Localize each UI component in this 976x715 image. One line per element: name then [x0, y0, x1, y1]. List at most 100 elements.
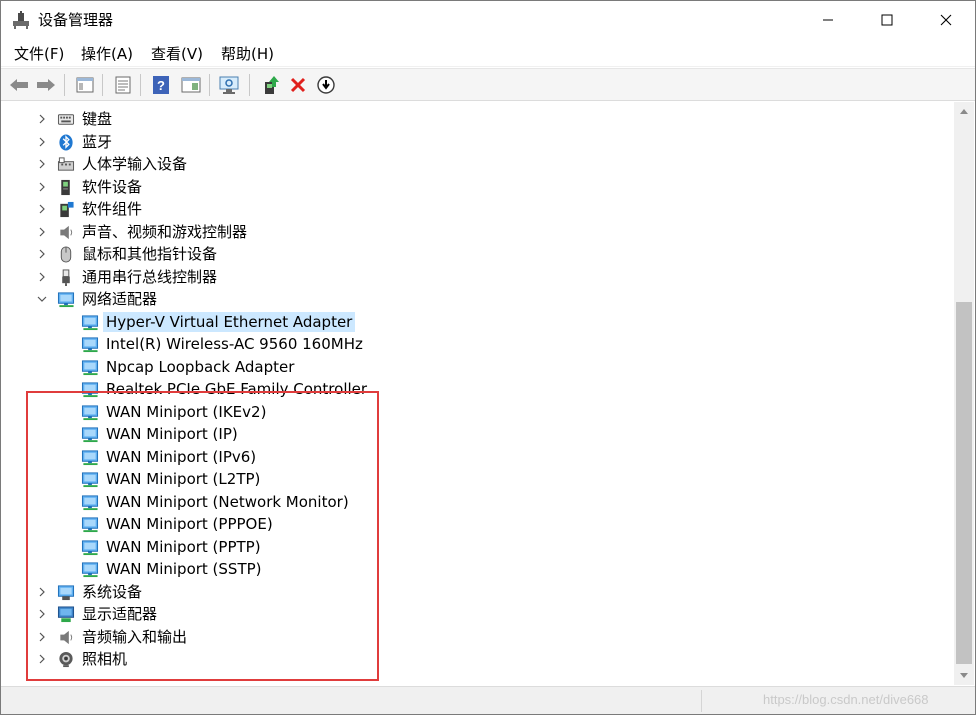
software-component-icon [60, 201, 74, 218]
uninstall-device-button[interactable] [286, 73, 310, 97]
category-row[interactable]: 软件组件 [3, 198, 953, 220]
category-row[interactable]: 显示适配器 [3, 603, 953, 625]
properties-button[interactable] [111, 73, 135, 97]
expander[interactable] [36, 631, 48, 643]
category-label: 音频输入和输出 [82, 628, 188, 646]
scroll-down-button[interactable] [954, 667, 974, 685]
scan-hardware-button[interactable] [218, 73, 242, 97]
category-row[interactable]: 音频输入和输出 [3, 626, 953, 648]
adapter-label: WAN Miniport (PPPOE) [106, 515, 273, 533]
adapter-row[interactable]: Npcap Loopback Adapter [3, 356, 953, 378]
expander[interactable] [36, 158, 48, 170]
category-label: 网络适配器 [82, 290, 158, 308]
adapter-row[interactable]: WAN Miniport (L2TP) [3, 468, 953, 490]
status-divider [701, 690, 702, 712]
adapter-row[interactable]: WAN Miniport (Network Monitor) [3, 491, 953, 513]
minimize-icon [823, 19, 833, 21]
category-row[interactable]: 照相机 [3, 648, 953, 670]
adapter-row[interactable]: Hyper-V Virtual Ethernet Adapter [3, 311, 953, 333]
action-pane-button[interactable] [179, 73, 203, 97]
expander[interactable] [36, 136, 48, 148]
system-device-icon [57, 585, 75, 601]
adapter-row[interactable]: WAN Miniport (PPTP) [3, 536, 953, 558]
category-row[interactable]: 鼠标和其他指针设备 [3, 243, 953, 265]
expander[interactable] [36, 248, 48, 260]
disable-device-button[interactable] [314, 73, 338, 97]
scroll-up-button[interactable] [954, 102, 974, 120]
category-label: 蓝牙 [82, 133, 113, 151]
chevron-up-icon [960, 109, 968, 114]
title-bar[interactable]: 设备管理器 [1, 1, 975, 39]
expander[interactable] [36, 293, 48, 305]
expander[interactable] [36, 181, 48, 193]
expander[interactable] [36, 203, 48, 215]
category-label: 软件设备 [82, 178, 143, 196]
audio-io-icon [60, 630, 73, 645]
adapter-row[interactable]: WAN Miniport (IPv6) [3, 446, 953, 468]
category-row-expanded[interactable]: 网络适配器 [3, 288, 953, 310]
adapter-row[interactable]: Realtek PCIe GbE Family Controller [3, 378, 953, 400]
vertical-scrollbar[interactable] [954, 102, 974, 685]
category-row[interactable]: 系统设备 [3, 581, 953, 603]
help-button[interactable]: ? [149, 73, 173, 97]
menu-action[interactable]: 操作(A) [81, 44, 133, 64]
adapter-label: WAN Miniport (L2TP) [106, 470, 261, 488]
chevron-right-icon [39, 587, 45, 597]
adapter-row[interactable]: WAN Miniport (SSTP) [3, 558, 953, 580]
toolbar: ? [1, 68, 975, 101]
scan-hardware-icon [219, 76, 239, 94]
expander[interactable] [36, 226, 48, 238]
network-adapter-icon [81, 472, 99, 488]
expander[interactable] [36, 608, 48, 620]
chevron-right-icon [39, 609, 45, 619]
adapter-label: WAN Miniport (Network Monitor) [106, 493, 349, 511]
chevron-right-icon [39, 137, 45, 147]
category-label: 人体学输入设备 [82, 155, 188, 173]
watermark-text: https://blog.csdn.net/dive668 [763, 692, 929, 707]
menu-file[interactable]: 文件(F) [14, 44, 64, 64]
menu-view[interactable]: 查看(V) [151, 44, 203, 64]
category-row[interactable]: 蓝牙 [3, 131, 953, 153]
adapter-label: WAN Miniport (IKEv2) [106, 403, 267, 421]
scroll-thumb[interactable] [956, 302, 972, 664]
adapter-row[interactable]: WAN Miniport (IP) [3, 423, 953, 445]
chevron-right-icon [39, 182, 45, 192]
category-label: 键盘 [82, 110, 113, 128]
update-driver-button[interactable] [259, 73, 283, 97]
network-adapter-icon [81, 382, 99, 398]
display-adapter-icon [57, 606, 75, 623]
network-adapter-icon [81, 337, 99, 353]
adapter-label: Intel(R) Wireless-AC 9560 160MHz [106, 335, 363, 353]
expander[interactable] [36, 653, 48, 665]
adapter-row[interactable]: Intel(R) Wireless-AC 9560 160MHz [3, 333, 953, 355]
expander[interactable] [36, 113, 48, 125]
category-row[interactable]: 键盘 [3, 108, 953, 130]
show-hide-tree-button[interactable] [73, 73, 97, 97]
chevron-right-icon [39, 632, 45, 642]
category-label: 鼠标和其他指针设备 [82, 245, 218, 263]
adapter-row[interactable]: WAN Miniport (PPPOE) [3, 513, 953, 535]
category-row[interactable]: 软件设备 [3, 176, 953, 198]
network-adapter-icon [57, 292, 75, 308]
expander[interactable] [36, 586, 48, 598]
update-driver-icon [265, 76, 279, 94]
usb-icon [62, 269, 70, 286]
adapter-row[interactable]: WAN Miniport (IKEv2) [3, 401, 953, 423]
back-button[interactable] [7, 73, 31, 97]
category-row[interactable]: 声音、视频和游戏控制器 [3, 221, 953, 243]
network-adapter-icon [81, 427, 99, 443]
menu-help[interactable]: 帮助(H) [221, 44, 274, 64]
camera-icon [59, 651, 73, 668]
category-row[interactable]: 通用串行总线控制器 [3, 266, 953, 288]
maximize-button[interactable] [858, 1, 916, 39]
close-button[interactable] [917, 1, 975, 39]
category-label: 系统设备 [82, 583, 143, 601]
forward-button[interactable] [34, 73, 58, 97]
category-row[interactable]: 人体学输入设备 [3, 153, 953, 175]
back-arrow-icon [10, 79, 28, 91]
network-adapter-icon [81, 540, 99, 556]
network-adapter-icon [81, 562, 99, 578]
expander[interactable] [36, 271, 48, 283]
chevron-right-icon [39, 114, 45, 124]
minimize-button[interactable] [799, 1, 857, 39]
